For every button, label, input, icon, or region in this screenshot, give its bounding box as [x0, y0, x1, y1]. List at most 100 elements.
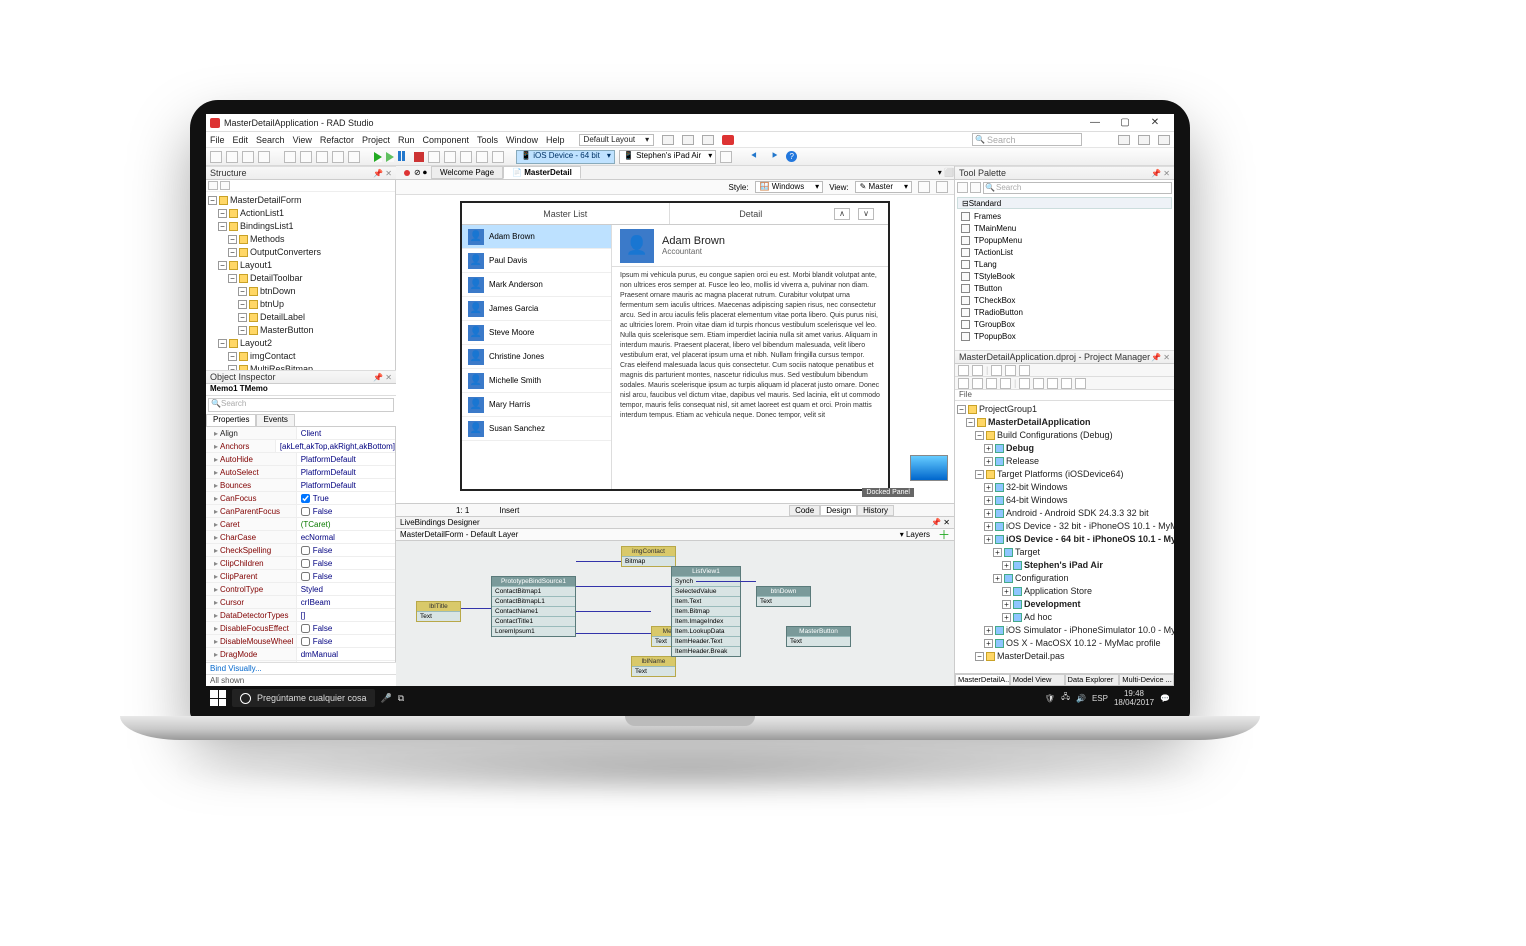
palette-item[interactable]: TGroupBox [955, 318, 1174, 330]
project-tree-node[interactable]: −ProjectGroup1 [957, 403, 1172, 416]
structure-node[interactable]: −OutputConverters [208, 246, 393, 259]
oi-property-row[interactable]: ▸CursorcrIBeam [206, 596, 395, 609]
tp-pin-icon[interactable]: 📌 ✕ [1151, 169, 1170, 178]
structure-tb-1[interactable] [208, 181, 218, 190]
project-tree-node[interactable]: +Android - Android SDK 24.3.3 32 bit [957, 507, 1172, 520]
step-over-button[interactable] [428, 151, 440, 163]
layout-icon-3[interactable] [702, 135, 714, 145]
tb-6[interactable] [300, 151, 312, 163]
desktop-icon-3[interactable] [1158, 135, 1170, 145]
notifications-icon[interactable]: 💬 [1160, 694, 1170, 703]
project-tree-node[interactable]: −Build Configurations (Debug) [957, 429, 1172, 442]
project-tree-node[interactable]: +Ad hoc [957, 611, 1172, 624]
palette-category[interactable]: ⊟ Standard [957, 197, 1172, 209]
device-select[interactable]: 📱 Stephen's iPad Air [619, 150, 716, 164]
list-item[interactable]: 👤James Garcia [462, 297, 611, 321]
nav-back-button[interactable]: ⯇ [746, 151, 762, 162]
list-item[interactable]: 👤Steve Moore [462, 321, 611, 345]
palette-item[interactable]: TPopupMenu [955, 234, 1174, 246]
save-button[interactable] [242, 151, 254, 163]
open-button[interactable] [226, 151, 238, 163]
tb-8[interactable] [332, 151, 344, 163]
structure-node[interactable]: −Methods [208, 233, 393, 246]
pm-tab-4[interactable]: Multi-Device ... [1119, 674, 1174, 686]
step-into-button[interactable] [444, 151, 456, 163]
list-item[interactable]: 👤Mark Anderson [462, 273, 611, 297]
palette-item[interactable]: TPopupBox [955, 330, 1174, 342]
oi-property-row[interactable]: ▸Caret(TCaret) [206, 518, 395, 531]
tb-debug-4[interactable] [476, 151, 488, 163]
designer-tb-2[interactable] [936, 181, 948, 193]
minimize-button[interactable]: — [1080, 117, 1110, 128]
palette-item[interactable]: TStyleBook [955, 270, 1174, 282]
list-item[interactable]: 👤Paul Davis [462, 249, 611, 273]
palette-item[interactable]: TMainMenu [955, 222, 1174, 234]
new-button[interactable] [210, 151, 222, 163]
project-tree-node[interactable]: −MasterDetail.pas [957, 650, 1172, 663]
close-button[interactable]: ✕ [1140, 117, 1170, 128]
menu-run[interactable]: Run [398, 135, 415, 145]
menu-search[interactable]: Search [256, 135, 285, 145]
palette-item[interactable]: Frames [955, 210, 1174, 222]
detail-memo[interactable]: Ipsum mi vehicula purus, eu congue sapie… [612, 267, 888, 489]
style-select[interactable]: 🪟 Windows [755, 181, 824, 193]
palette-items[interactable]: FramesTMainMenuTPopupMenuTActionListTLan… [955, 210, 1174, 350]
oi-property-row[interactable]: ▸ClipParentFalse [206, 570, 395, 583]
platform-select[interactable]: 📱 iOS Device - 64 bit [516, 150, 615, 164]
project-tree-node[interactable]: +Application Store [957, 585, 1172, 598]
oi-property-row[interactable]: ▸DragModedmManual [206, 648, 395, 661]
tray-network-icon[interactable]: 🖧 [1061, 691, 1070, 705]
menu-edit[interactable]: Edit [233, 135, 249, 145]
doc-tabs-overflow[interactable]: ▾ ⬜ [938, 168, 954, 177]
project-tree-node[interactable]: +64-bit Windows [957, 494, 1172, 507]
structure-node[interactable]: −Layout2 [208, 337, 393, 350]
livebindings-canvas[interactable]: lblTitleTextPrototypeBindSource1ContactB… [396, 541, 954, 686]
layout-save-icon[interactable] [662, 135, 674, 145]
oi-property-row[interactable]: ▸ControlTypeStyled [206, 583, 395, 596]
oi-property-row[interactable]: ▸CanFocusTrue [206, 492, 395, 505]
project-tree-node[interactable]: +iOS Simulator - iPhoneSimulator 10.0 - … [957, 624, 1172, 637]
project-tree-node[interactable]: +Debug [957, 442, 1172, 455]
list-item[interactable]: 👤Mary Harris [462, 393, 611, 417]
palette-item[interactable]: TButton [955, 282, 1174, 294]
structure-node[interactable]: −btnUp [208, 298, 393, 311]
project-tree-node[interactable]: −MasterDetailApplication [957, 416, 1172, 429]
tb-9[interactable] [348, 151, 360, 163]
view-select[interactable]: ✎ Master [855, 181, 912, 193]
lb-node[interactable]: btnDownText [756, 586, 811, 607]
structure-tree[interactable]: −MasterDetailForm−ActionList1−BindingsLi… [206, 192, 395, 370]
master-list[interactable]: 👤Adam Brown👤Paul Davis👤Mark Anderson👤Jam… [462, 225, 612, 489]
tb-debug-5[interactable] [492, 151, 504, 163]
tray-volume-icon[interactable]: 🔊 [1076, 694, 1086, 703]
project-tree-node[interactable]: +Configuration [957, 572, 1172, 585]
oi-grid[interactable]: ▸AlignClient▸Anchors[akLeft,akTop,akRigh… [206, 427, 395, 662]
project-tree[interactable]: −ProjectGroup1−MasterDetailApplication−B… [955, 401, 1174, 665]
task-view-icon[interactable]: ⧉ [398, 693, 404, 704]
menu-refactor[interactable]: Refactor [320, 135, 354, 145]
oi-property-row[interactable]: ▸AlignClient [206, 427, 395, 440]
tab-welcome[interactable]: Welcome Page [431, 166, 503, 179]
tp-tb-1[interactable] [957, 182, 968, 193]
list-item[interactable]: 👤Susan Sanchez [462, 417, 611, 441]
nav-fwd-button[interactable]: ⯈ [766, 151, 782, 162]
cortana-search[interactable]: Pregúntame cualquier cosa [232, 689, 375, 707]
oi-property-row[interactable]: ▸Anchors[akLeft,akTop,akRight,akBottom] [206, 440, 395, 453]
palette-item[interactable]: TActionList [955, 246, 1174, 258]
oi-property-row[interactable]: ▸DisableMouseWheelFalse [206, 635, 395, 648]
layout-icon-2[interactable] [682, 135, 694, 145]
structure-node[interactable]: −MasterDetailForm [208, 194, 393, 207]
structure-node[interactable]: −Layout1 [208, 259, 393, 272]
structure-node[interactable]: −MasterButton [208, 324, 393, 337]
structure-node[interactable]: −BindingsList1 [208, 220, 393, 233]
oi-property-row[interactable]: ▸AutoSelectPlatformDefault [206, 466, 395, 479]
pm-tab-3[interactable]: Data Explorer [1065, 674, 1120, 686]
nav-up-button[interactable]: ∧ [834, 208, 850, 220]
tab-code[interactable]: Code [789, 505, 820, 516]
oi-property-row[interactable]: ▸ClipChildrenFalse [206, 557, 395, 570]
device-config-button[interactable] [720, 151, 732, 163]
design-surface[interactable]: Master List Detail ∧∨ 👤Adam Brown👤Paul D… [396, 195, 954, 503]
structure-node[interactable]: −ActionList1 [208, 207, 393, 220]
saveall-button[interactable] [258, 151, 270, 163]
menu-help[interactable]: Help [546, 135, 565, 145]
palette-item[interactable]: TLang [955, 258, 1174, 270]
